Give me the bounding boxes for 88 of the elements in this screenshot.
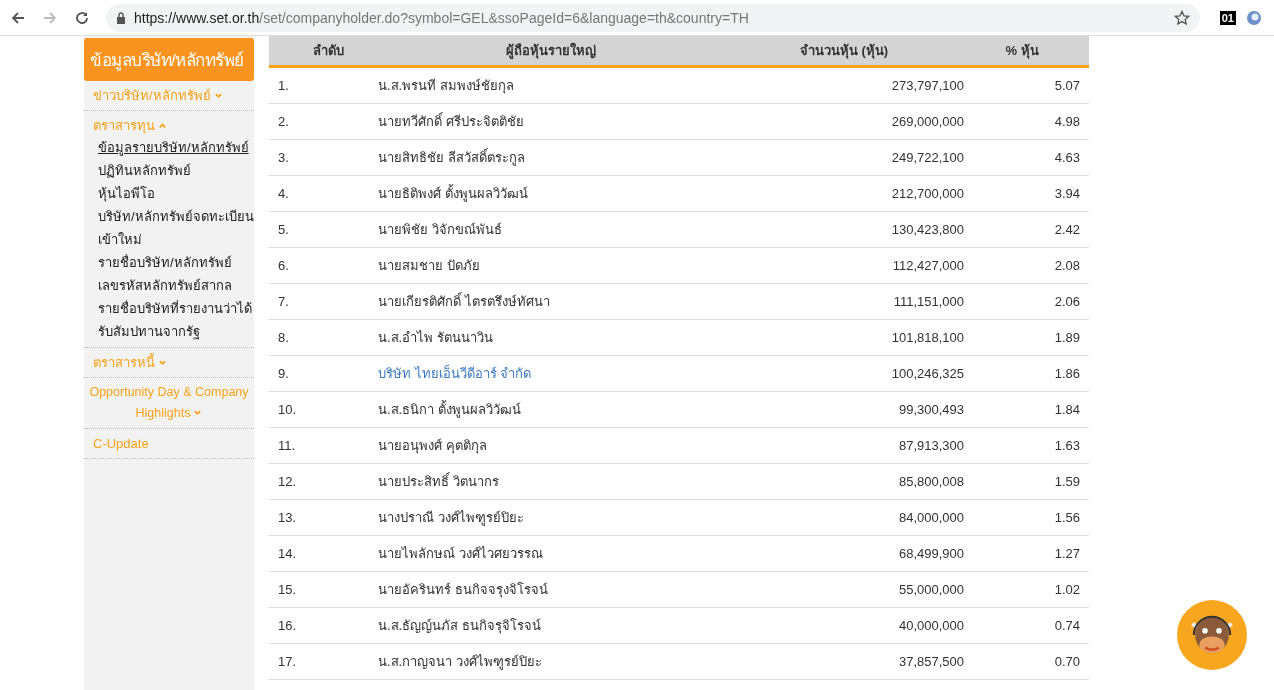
rank-cell: 6. [269, 247, 378, 284]
shares-cell: 101,818,100 [724, 319, 964, 356]
percent-cell: 2.06 [964, 283, 1089, 320]
percent-cell: 1.27 [964, 535, 1089, 572]
percent-cell: 2.08 [964, 247, 1089, 284]
rank-cell: 15. [269, 571, 378, 608]
holder-name: นางปราณี วงศ์ไพฑูรย์ปิยะ [378, 510, 524, 525]
sidebar-link[interactable]: หุ้นไอพีโอ [98, 182, 254, 205]
rank-cell: 14. [269, 535, 378, 572]
url-text: https://www.set.or.th/set/companyholder.do?symbol=GEL&ssoPageId=6&language=th&country=TH [134, 9, 750, 26]
percent-cell: 1.63 [964, 427, 1089, 464]
column-header: จำนวนหุ้น (หุ้น) [724, 36, 964, 67]
rank-cell: 10. [269, 391, 378, 428]
column-header: % หุ้น [964, 36, 1089, 67]
holder-name: น.ส.พรนที สมพงษ์ชัยกุล [378, 78, 514, 93]
sidebar-link[interactable]: บริษัท/หลักทรัพย์จดทะเบียนเข้าใหม่ [98, 205, 254, 251]
rank-cell: 2. [269, 103, 378, 140]
holder-name: น.ส.กาญจนา วงศ์ไพฑูรย์ปิยะ [378, 654, 542, 669]
sidebar-link[interactable]: รายชื่อบริษัท/หลักทรัพย์ [98, 251, 254, 274]
rank-cell: 12. [269, 463, 378, 500]
percent-cell: 4.98 [964, 103, 1089, 140]
percent-cell: 2.42 [964, 211, 1089, 248]
extension-icon[interactable] [1246, 9, 1262, 26]
percent-cell: 0.74 [964, 607, 1089, 644]
column-header: ผู้ถือหุ้นรายใหญ่ [378, 36, 724, 67]
holder-name: นายสมชาย ปัดภัย [378, 258, 480, 273]
rank-cell: 5. [269, 211, 378, 248]
rank-cell: 16. [269, 607, 378, 644]
holder-name: นายประสิทธิ์ วิตนากร [378, 474, 499, 489]
percent-cell: 1.02 [964, 571, 1089, 608]
shares-cell: 40,000,000 [724, 607, 964, 644]
back-icon[interactable] [10, 9, 26, 26]
reload-icon[interactable] [74, 9, 90, 26]
rank-cell: 13. [269, 499, 378, 536]
sidebar-link[interactable]: เลขรหัสหลักทรัพย์สากล [98, 274, 254, 297]
rank-cell: 11. [269, 427, 378, 464]
sidebar-link[interactable]: รายชื่อบริษัทที่รายงานว่าได้รับสัมปทานจากรัฐ [98, 297, 254, 343]
holder-name: นายไพลักษณ์ วงศ์ไวศยวรรณ [378, 546, 543, 561]
holder-name: นายสิทธิชัย ลีสวัสดิ์ตระกูล [378, 150, 525, 165]
percent-cell: 1.86 [964, 355, 1089, 392]
rank-cell: 3. [269, 139, 378, 176]
holder-name: นายทวีศักดิ์ ศรีประจิตติชัย [378, 114, 524, 129]
rank-cell: 8. [269, 319, 378, 356]
rank-cell: 1. [269, 66, 378, 104]
sidebar-link[interactable]: ข้อมูลรายบริษัท/หลักทรัพย์ [98, 136, 254, 159]
percent-cell: 1.59 [964, 463, 1089, 500]
percent-cell: 5.07 [964, 66, 1089, 104]
sidebar-title: ข้อมูลบริษัท/หลักทรัพย์ [84, 38, 254, 81]
shares-cell: 84,000,000 [724, 499, 964, 536]
lock-icon [116, 11, 126, 24]
shares-cell: 111,151,000 [724, 283, 964, 320]
percent-cell: 1.89 [964, 319, 1089, 356]
rank-cell: 7. [269, 283, 378, 320]
shares-cell: 269,000,000 [724, 103, 964, 140]
holder-name: นายพิชัย วิจักขณ์พันธ์ [378, 222, 502, 237]
percent-cell: 1.56 [964, 499, 1089, 536]
rank-cell: 17. [269, 643, 378, 680]
shares-cell: 212,700,000 [724, 175, 964, 212]
shares-cell: 37,857,500 [724, 643, 964, 680]
percent-cell: 4.63 [964, 139, 1089, 176]
holder-name: น.ส.ธัญญ์นภัส ธนกิจรุจิโรจน์ [378, 618, 541, 633]
holder-name: น.ส.ธนิกา ตั้งพูนผลวิวัฒน์ [378, 402, 521, 417]
shares-cell: 55,000,000 [724, 571, 964, 608]
column-header: ลำดับ [269, 36, 378, 67]
shares-cell: 100,246,325 [724, 355, 964, 392]
percent-cell: 1.84 [964, 391, 1089, 428]
extension-badge[interactable]: 01 [1219, 10, 1236, 25]
shares-cell: 85,800,008 [724, 463, 964, 500]
shares-cell: 273,797,100 [724, 66, 964, 104]
holder-name: นายอัครินทร์ ธนกิจจรุงจิโรจน์ [378, 582, 548, 597]
percent-cell: 0.70 [964, 643, 1089, 680]
holder-name: นายเกียรติศักดิ์ ไตรตรึงษ์ทัศนา [378, 294, 550, 309]
shares-cell: 112,427,000 [724, 247, 964, 284]
shares-cell: 249,722,100 [724, 139, 964, 176]
shares-cell: 99,300,493 [724, 391, 964, 428]
rank-cell: 9. [269, 355, 378, 392]
holder-name: นายธิติพงศ์ ตั้งพูนผลวิวัฒน์ [378, 186, 528, 201]
star-icon[interactable] [1173, 9, 1190, 26]
holder-name: น.ส.อำไพ รัตนนาวิน [378, 330, 493, 345]
holder-name: นายอนุพงศ์ คุตติกุล [378, 438, 487, 453]
rank-cell: 4. [269, 175, 378, 212]
shares-cell: 130,423,800 [724, 211, 964, 248]
shares-cell: 68,499,900 [724, 535, 964, 572]
sidebar-link[interactable]: ปฏิทินหลักทรัพย์ [98, 159, 254, 182]
shares-cell: 87,913,300 [724, 427, 964, 464]
percent-cell: 3.94 [964, 175, 1089, 212]
holder-link[interactable]: บริษัท ไทยเอ็นวีดีอาร์ จำกัด [378, 366, 532, 381]
address-bar[interactable]: https://www.set.or.th/set/companyholder.do?symbol=GEL&ssoPageId=6&language=th&country=TH [106, 3, 1200, 32]
